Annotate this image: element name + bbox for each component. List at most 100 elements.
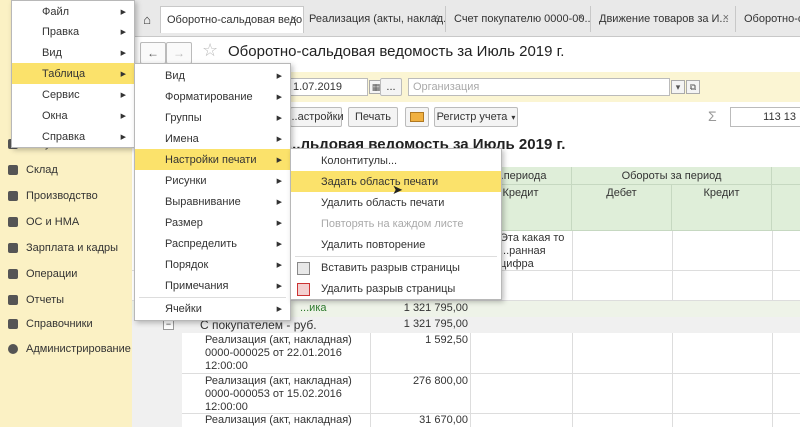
row-value: 31 670,00 <box>419 414 468 426</box>
chevron-right-icon: ▶ <box>120 91 126 99</box>
submenu-item-pictures[interactable]: Рисунки ▶ <box>135 170 290 191</box>
book-icon <box>8 319 18 329</box>
header-debit: Дебет <box>572 185 672 231</box>
submenu-item-alignment[interactable]: Выравнивание ▶ <box>135 191 290 212</box>
gear-icon <box>8 344 18 354</box>
sidebar-item-production[interactable]: Производство <box>0 185 132 207</box>
settings-button[interactable]: ...астройки <box>288 107 344 127</box>
cursor-icon: ➤ <box>392 182 403 197</box>
chevron-right-icon: ▶ <box>276 135 282 143</box>
back-button[interactable]: ← <box>140 42 166 64</box>
chevron-right-icon: ▶ <box>276 198 282 206</box>
sidebar-item-label: Склад <box>26 164 58 176</box>
forward-button[interactable]: → <box>166 42 192 64</box>
submenu-item-groups[interactable]: Группы ▶ <box>135 107 290 128</box>
sidebar-item-label: Производство <box>26 190 98 202</box>
chevron-right-icon: ▶ <box>120 112 126 120</box>
sidebar-item-label: Справочники <box>26 318 93 330</box>
operations-icon <box>8 269 18 279</box>
sidebar-item-reports[interactable]: Отчеты <box>0 289 132 311</box>
factory-icon <box>8 191 18 201</box>
menu-item-view[interactable]: Вид ▶ <box>12 42 134 63</box>
tab-label: Оборотно-сальдовая ведо... <box>167 14 304 26</box>
sidebar-item-operations[interactable]: Операции <box>0 263 132 285</box>
row-value: 1 321 795,00 <box>403 302 468 314</box>
settings-label: ...астройки <box>288 111 344 123</box>
close-icon[interactable]: × <box>578 12 584 24</box>
submenu-item-size[interactable]: Размер ▶ <box>135 212 290 233</box>
tab-label: Реализация (акты, наклад... <box>309 13 446 25</box>
star-icon[interactable]: ☆ <box>202 40 218 61</box>
submenu-item-view[interactable]: Вид ▶ <box>135 65 290 86</box>
chevron-right-icon: ▶ <box>120 49 126 57</box>
menu-item-table[interactable]: Таблица ▶ <box>12 63 134 84</box>
main-menu: Файл ▶ Правка ▶ Вид ▶ Таблица ▶ Сервис ▶ Окна… <box>11 0 135 148</box>
row-value: 276 800,00 <box>412 375 468 387</box>
period-value: 1.07.2019 <box>293 81 342 93</box>
print-item-headers[interactable]: Колонтитулы... <box>291 150 501 171</box>
organization-placeholder: Организация <box>413 81 480 93</box>
sidebar-item-catalogs[interactable]: Справочники <box>0 313 132 335</box>
row-label: Реализация (акт, накладная) 0000-000053 … <box>205 375 352 413</box>
registry-button[interactable]: Регистр учета ▾ <box>434 107 518 127</box>
menu-item-file[interactable]: Файл ▶ <box>12 1 134 22</box>
sidebar-item-label: Зарплата и кадры <box>26 242 119 254</box>
menu-item-help[interactable]: Справка ▶ <box>12 126 134 147</box>
submenu-item-names[interactable]: Имена ▶ <box>135 128 290 149</box>
chevron-right-icon: ▶ <box>276 261 282 269</box>
chevron-right-icon: ▶ <box>276 93 282 101</box>
sidebar-item-payroll[interactable]: Зарплата и кадры <box>0 237 132 259</box>
remove-break-icon <box>297 283 310 296</box>
people-icon <box>8 243 18 253</box>
close-icon[interactable]: × <box>723 12 729 24</box>
submenu-item-distribute[interactable]: Распределить ▶ <box>135 233 290 254</box>
print-label: Печать <box>354 111 392 123</box>
print-item-insert-break[interactable]: Вставить разрыв страницы <box>291 257 501 278</box>
row-label: Реализация (акт, накладная) <box>205 414 352 426</box>
home-icon[interactable]: ⌂ <box>136 8 158 30</box>
submenu-item-notes[interactable]: Примечания ▶ <box>135 275 290 296</box>
sidebar-item-warehouse[interactable]: Склад <box>0 159 132 181</box>
period-field[interactable]: 1.07.2019 <box>288 78 368 96</box>
tab-label: Счет покупателю 0000-00... <box>454 13 591 25</box>
submenu-item-cells[interactable]: Ячейки ▶ <box>135 298 290 319</box>
tab-osv[interactable]: Оборотно-сальдовая ведо... × <box>160 6 304 33</box>
tab-label: Движение товаров за И... <box>599 13 729 25</box>
chevron-right-icon: ▶ <box>120 8 126 16</box>
envelope-icon <box>410 112 424 122</box>
chevron-right-icon: ▶ <box>276 240 282 248</box>
tab-osv-2[interactable]: Оборотно-с <box>736 6 800 32</box>
period-select-button[interactable]: ... <box>380 78 402 96</box>
email-button[interactable] <box>405 107 429 127</box>
organization-field[interactable]: Организация <box>408 78 670 96</box>
chevron-down-icon[interactable]: ▾ <box>671 80 685 94</box>
tab-realization[interactable]: Реализация (акты, наклад... × <box>303 6 446 32</box>
submenu-item-order[interactable]: Порядок ▶ <box>135 254 290 275</box>
registry-label: Регистр учета <box>436 111 508 123</box>
open-icon[interactable]: ⧉ <box>686 80 700 94</box>
sidebar-item-administration[interactable]: Администрирование <box>0 338 132 360</box>
print-item-remove-repeat[interactable]: Удалить повторение <box>291 234 501 255</box>
print-settings-submenu: Колонтитулы... Задать область печати Уда… <box>290 148 502 300</box>
sidebar-item-label: Администрирование <box>26 343 131 355</box>
submenu-item-formatting[interactable]: Форматирование ▶ <box>135 86 290 107</box>
close-icon[interactable]: × <box>433 12 439 24</box>
warehouse-icon <box>8 165 18 175</box>
print-button[interactable]: Печать <box>348 107 398 127</box>
tab-invoice[interactable]: Счет покупателю 0000-00... × <box>446 6 591 32</box>
chevron-right-icon: ▶ <box>276 72 282 80</box>
menu-item-service[interactable]: Сервис ▶ <box>12 84 134 105</box>
submenu-item-print-settings[interactable]: Настройки печати ▶ <box>135 149 290 170</box>
menu-item-windows[interactable]: Окна ▶ <box>12 105 134 126</box>
close-icon[interactable]: × <box>291 13 297 25</box>
menu-item-edit[interactable]: Правка ▶ <box>12 21 134 42</box>
sidebar-item-label: Отчеты <box>26 294 65 306</box>
tab-goods-movement[interactable]: Движение товаров за И... × <box>591 6 736 32</box>
sum-field: 113 13 <box>730 107 800 127</box>
row-value: 1 592,50 <box>425 334 468 346</box>
print-item-remove-break[interactable]: Удалить разрыв страницы <box>291 278 501 299</box>
sidebar-item-fixed-assets[interactable]: ОС и НМА <box>0 211 132 233</box>
page-title: Оборотно-сальдовая ведомость за Июль 201… <box>228 43 565 60</box>
chevron-right-icon: ▶ <box>276 282 282 290</box>
row-value: 1 321 795,00 <box>403 318 468 330</box>
